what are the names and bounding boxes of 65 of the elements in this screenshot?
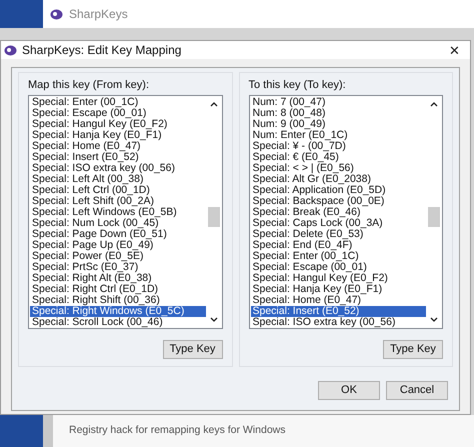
list-item[interactable]: Special: Application (E0_5D) — [250, 185, 426, 196]
scroll-up-icon[interactable] — [210, 102, 218, 107]
list-item[interactable]: Special: End (E0_4F) — [250, 240, 426, 251]
list-item[interactable]: Special: ISO extra key (00_56) — [30, 163, 206, 174]
scroll-thumb[interactable] — [208, 207, 220, 227]
list-item[interactable]: Special: Break (E0_46) — [250, 207, 426, 218]
list-item[interactable]: Special: Enter (00_1C) — [30, 97, 206, 108]
list-item[interactable]: Special: Hanja Key (E0_F1) — [30, 130, 206, 141]
window-title: SharpKeys — [69, 6, 128, 23]
list-item[interactable]: Special: < > | (E0_56) — [250, 163, 426, 174]
app-logo-icon — [4, 44, 17, 56]
list-item[interactable]: Special: Page Up (E0_49) — [30, 240, 206, 251]
list-item[interactable]: Special: Home (E0_47) — [250, 295, 426, 306]
list-item[interactable]: Special: Left Ctrl (00_1D) — [30, 185, 206, 196]
list-item[interactable]: Special: € (E0_45) — [250, 152, 426, 163]
list-item[interactable]: Special: Power (E0_5E) — [30, 251, 206, 262]
list-item[interactable]: Special: Hangul Key (E0_F2) — [250, 273, 426, 284]
list-item[interactable]: Special: Home (E0_47) — [30, 141, 206, 152]
list-item[interactable]: Special: Page Down (E0_51) — [30, 229, 206, 240]
scroll-down-icon[interactable] — [430, 317, 438, 322]
list-label: To this key (To key): — [248, 78, 347, 93]
list-item[interactable]: Num: 8 (00_48) — [250, 108, 426, 119]
list-item[interactable]: Special: Right Shift (00_36) — [30, 295, 206, 306]
dialog-button[interactable]: OK — [318, 381, 380, 400]
list-item[interactable]: Special: Hangul Key (E0_F2) — [30, 119, 206, 130]
list-item[interactable]: Num: Enter (E0_1C) — [250, 130, 426, 141]
key-list[interactable] — [248, 95, 443, 329]
list-item[interactable]: Special: Right Windows (E0_5C) — [30, 306, 206, 317]
list-label: Map this key (From key): — [28, 78, 150, 93]
key-list[interactable] — [28, 95, 222, 329]
list-item[interactable]: Special: ¥ - (00_7D) — [250, 141, 426, 152]
scroll-thumb[interactable] — [428, 207, 440, 227]
list-item[interactable]: Special: Left Windows (E0_5B) — [30, 207, 206, 218]
list-item[interactable]: Special: Insert (E0_52) — [30, 152, 206, 163]
scroll-down-icon[interactable] — [210, 317, 218, 322]
list-item[interactable]: Special: Alt Gr (E0_2038) — [250, 174, 426, 185]
list-item[interactable]: Special: Hanja Key (E0_F1) — [250, 284, 426, 295]
close-button[interactable]: ✕ — [449, 44, 460, 56]
list-item[interactable]: Special: Right Ctrl (E0_1D) — [30, 284, 206, 295]
list-item[interactable]: Special: Escape (00_01) — [250, 262, 426, 273]
list-item[interactable]: Special: PrtSc (E0_37) — [30, 262, 206, 273]
app-logo-icon — [50, 8, 63, 20]
list-item[interactable]: Special: Right Alt (E0_38) — [30, 273, 206, 284]
scroll-up-icon[interactable] — [430, 102, 438, 107]
list-item[interactable]: Special: Scroll Lock (00_46) — [30, 317, 206, 328]
window-border — [43, 415, 53, 447]
list-item[interactable]: Special: Left Shift (00_2A) — [30, 196, 206, 207]
list-item[interactable]: Special: Caps Lock (00_3A) — [250, 218, 426, 229]
dialog-button[interactable]: Cancel — [386, 381, 448, 400]
list-item[interactable]: Special: Delete (E0_53) — [250, 229, 426, 240]
list-item[interactable]: Num: 7 (00_47) — [250, 97, 426, 108]
list-item[interactable]: Special: Left Alt (00_38) — [30, 174, 206, 185]
list-item[interactable]: Special: Num Lock (00_45) — [30, 218, 206, 229]
sidebar-strip — [0, 415, 43, 447]
list-item[interactable]: Num: 9 (00_49) — [250, 119, 426, 130]
list-item[interactable]: Special: ISO extra key (00_56) — [250, 317, 426, 328]
dialog-title: SharpKeys: Edit Key Mapping — [22, 42, 182, 59]
status-text: Registry hack for remapping keys for Windows — [69, 423, 286, 438]
list-item[interactable]: Special: Enter (00_1C) — [250, 251, 426, 262]
type-key-button[interactable]: Type Key — [162, 340, 222, 359]
type-key-button[interactable]: Type Key — [383, 340, 443, 359]
list-item[interactable]: Special: Backspace (00_0E) — [250, 196, 426, 207]
list-item[interactable]: Special: Escape (00_01) — [30, 108, 206, 119]
sidebar-strip — [0, 0, 43, 28]
list-item[interactable]: Special: Insert (E0_52) — [250, 306, 426, 317]
